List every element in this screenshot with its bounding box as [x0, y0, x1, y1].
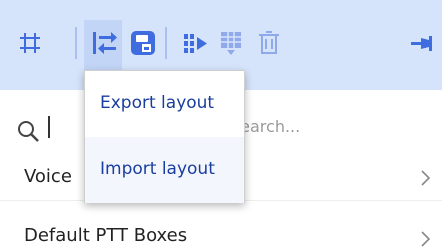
- search-divider: [48, 116, 50, 138]
- export-layout-menu-item[interactable]: Export layout: [85, 71, 244, 137]
- list-item-label: Default PTT Boxes: [24, 225, 188, 246]
- toolbar-separator: [165, 27, 167, 59]
- move-columns-icon[interactable]: [182, 30, 208, 56]
- chevron-right-icon: [421, 170, 431, 186]
- chevron-right-icon: [421, 231, 431, 247]
- toolbar-separator: [75, 27, 77, 59]
- save-layout-icon[interactable]: [130, 30, 156, 56]
- menu-item-label: Import layout: [100, 159, 215, 179]
- split-view-icon[interactable]: [218, 30, 244, 56]
- list-item-default-ptt-boxes[interactable]: Default PTT Boxes: [0, 200, 442, 248]
- delete-icon[interactable]: [256, 30, 282, 56]
- pin-icon[interactable]: [409, 30, 435, 56]
- list-item-label: Voice: [24, 166, 72, 187]
- menu-item-label: Export layout: [100, 93, 215, 113]
- export-import-icon[interactable]: [91, 30, 117, 56]
- search-icon: [18, 121, 39, 142]
- grid-icon[interactable]: [17, 30, 43, 56]
- layout-dropdown-menu: Export layout Import layout: [84, 70, 245, 203]
- import-layout-menu-item[interactable]: Import layout: [85, 137, 244, 203]
- search-input[interactable]: [230, 112, 400, 140]
